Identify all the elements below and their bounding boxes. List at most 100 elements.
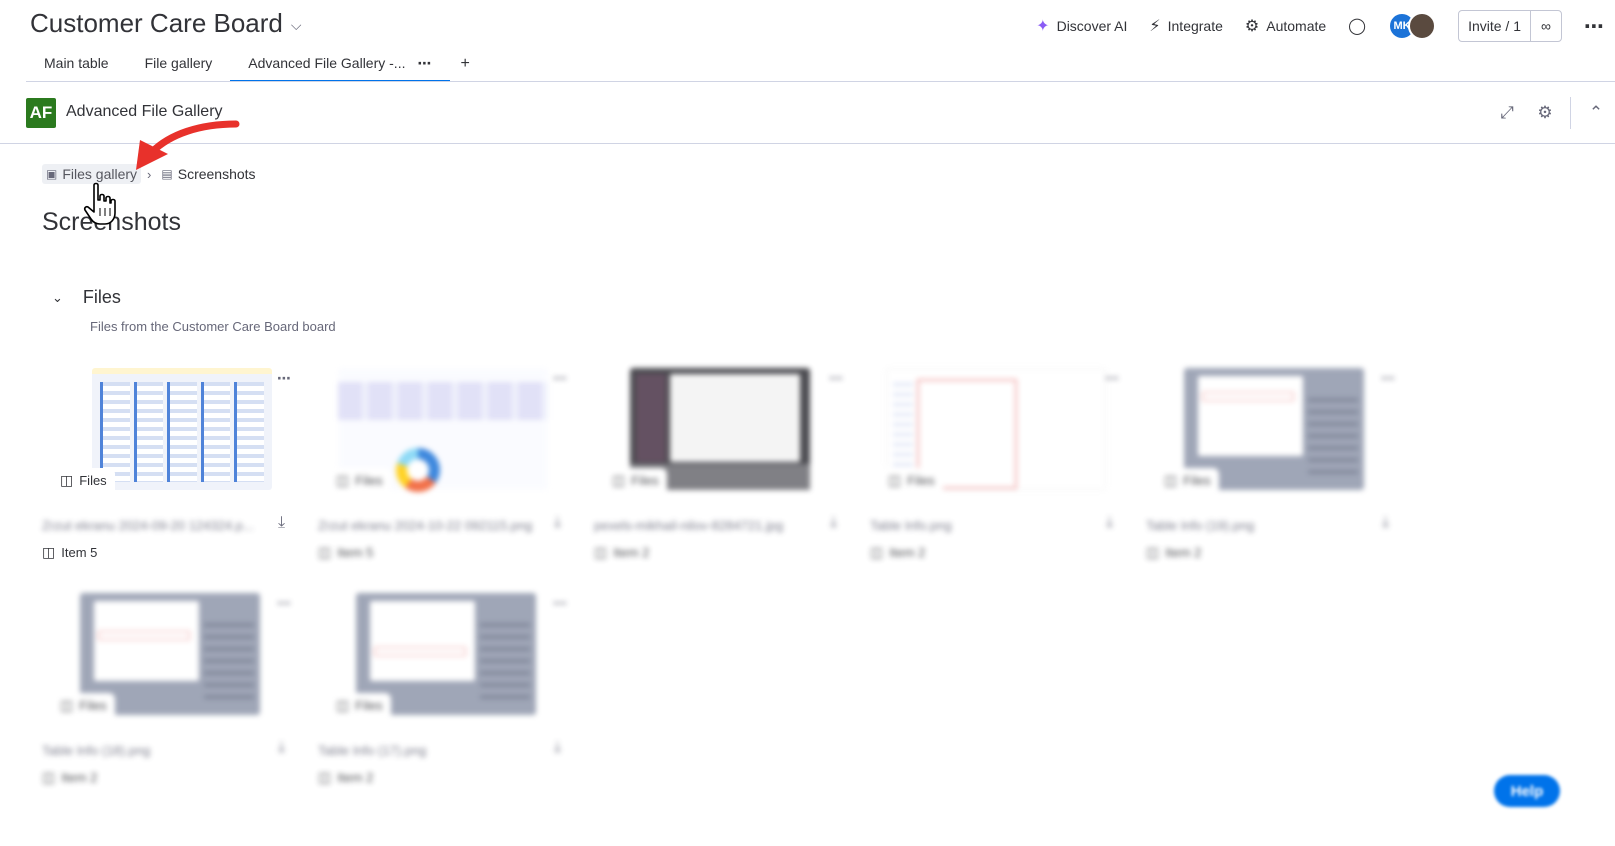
file-card[interactable]: ⋯ ◫ Files Table Info (19).png ⤓ ◫ Item 2 [1146,368,1406,568]
source-badge: ◫ Files [1160,468,1219,491]
source-badge: ◫ Files [884,468,943,491]
app-tools: ⤢ ⚙ ⌃ [1488,96,1615,130]
breadcrumb-files-gallery[interactable]: ▣ Files gallery [42,164,142,184]
board-icon: ◫ [336,472,350,488]
file-card[interactable]: ⋯ ◫ Files Table Info.png ⤓ ◫ Item 2 [870,368,1130,568]
item-link[interactable]: ◫ Item 2 [870,544,925,561]
item-link[interactable]: ◫ Item 2 [1146,544,1201,561]
updates-button[interactable]: ◯ [1348,16,1366,36]
download-icon[interactable]: ⤓ [1106,514,1113,532]
item-link[interactable]: ◫ Item 2 [594,544,649,561]
file-name[interactable]: Table Info (19).png [1146,518,1366,533]
plug-icon: ⚡ [1149,18,1161,35]
app-name: Advanced File Gallery [66,103,223,120]
file-name[interactable]: Zrzut ekranu 2024-09-20 124324.p... [42,518,262,533]
card-options-icon[interactable]: ⋯ [1381,370,1396,387]
file-name[interactable]: Table Info (17).png [318,743,538,758]
header-actions: ✦ Discover AI ⚡ Integrate ⚙ Automate ◯ M… [1036,10,1605,42]
file-thumbnail[interactable]: ⋯ ◫ Files [318,593,578,723]
source-badge-label: Files [907,473,935,488]
add-view-icon[interactable]: + [450,50,479,82]
group-title: Files [82,287,121,307]
file-name[interactable]: Table Info (18).png [42,743,262,758]
top-header: Customer Care Board ⌵ ✦ Discover AI ⚡ In… [0,0,1615,50]
file-card[interactable]: ⋯ ◫ Files Table Info (18).png ⤓ ◫ Item 2 [42,593,302,793]
item-icon: ◫ [318,769,332,785]
download-icon[interactable]: ⤓ [554,514,561,532]
download-icon[interactable]: ⤓ [1382,514,1389,532]
board-members[interactable]: MK [1388,12,1437,40]
file-thumbnail[interactable]: ⋯ ◫ Files [870,368,1130,498]
app-logo: AF [26,98,56,128]
image-icon: ▣ [46,167,58,181]
more-options-icon[interactable]: ⋯ [1584,14,1605,39]
board-icon: ◫ [336,697,350,713]
robot-icon: ⚙ [1244,18,1260,35]
file-thumbnail[interactable]: ⋯ ◫ Files [594,368,854,498]
file-thumbnail[interactable]: ⋯ ◫ Files [42,593,302,723]
tab-advanced-file-gallery[interactable]: Advanced File Gallery -... ⋯ [230,50,451,82]
help-button[interactable]: Help [1494,775,1560,807]
item-icon: ◫ [42,769,56,785]
tab-options-icon[interactable]: ⋯ [417,55,432,80]
file-thumbnail[interactable]: ⋯ ◫ Files [318,368,578,498]
chevron-down-icon[interactable]: ⌄ [52,290,63,306]
board-title[interactable]: Customer Care Board ⌵ [30,8,302,39]
source-badge: ◫ Files [332,468,391,491]
file-card[interactable]: ⋯ ◫ Files Zrzut ekranu 2024-10-22 092115… [318,368,578,568]
item-link[interactable]: ◫ Item 2 [42,769,97,786]
settings-gear-icon[interactable]: ⚙ [1526,103,1564,123]
tab-file-gallery[interactable]: File gallery [127,50,231,82]
item-link-label: Item 2 [889,545,926,560]
integrate-label: Integrate [1167,18,1223,34]
card-options-icon[interactable]: ⋯ [553,595,568,612]
group-header[interactable]: ⌄ Files [52,287,121,308]
automate-button[interactable]: ⚙ Automate [1245,16,1326,36]
integrate-button[interactable]: ⚡ Integrate [1149,16,1223,36]
item-link-label: Item 2 [1165,545,1202,560]
download-icon[interactable]: ⤓ [278,514,285,532]
board-tabs: Main table File gallery Advanced File Ga… [26,50,480,82]
file-thumbnail[interactable]: ⋯ ◫ Files [42,368,302,498]
fullscreen-icon[interactable]: ⤢ [1488,103,1526,123]
download-icon[interactable]: ⤓ [830,514,837,532]
item-link[interactable]: ◫ Item 2 [318,769,373,786]
invite-button[interactable]: Invite / 1 [1459,11,1531,41]
file-name[interactable]: pexels-mikhail-nilov-8284721.jpg [594,518,814,533]
avatar-photo[interactable] [1408,12,1437,40]
card-options-icon[interactable]: ⋯ [1105,370,1120,387]
file-thumbnail[interactable]: ⋯ ◫ Files [1146,368,1406,498]
board-icon: ◫ [888,472,902,488]
file-name[interactable]: Table Info.png [870,518,1090,533]
automate-label: Automate [1266,18,1327,34]
breadcrumb-screenshots-label: Screenshots [177,166,256,182]
collapse-chevron-up-icon[interactable]: ⌃ [1577,103,1615,123]
download-icon[interactable]: ⤓ [554,739,561,757]
file-card[interactable]: ⋯ ◫ Files Zrzut ekranu 2024-09-20 124324… [42,368,302,568]
item-icon: ◫ [870,544,884,560]
discover-ai-button[interactable]: ✦ Discover AI [1036,16,1127,36]
item-icon: ◫ [318,544,332,560]
card-options-icon[interactable]: ⋯ [553,370,568,387]
card-options-icon[interactable]: ⋯ [829,370,844,387]
file-card[interactable]: ⋯ ◫ Files Table Info (17).png ⤓ ◫ Item 2 [318,593,578,793]
copy-link-icon[interactable]: ∞ [1531,11,1561,41]
source-badge-label: Files [1183,473,1211,488]
source-badge-label: Files [79,698,107,713]
board-icon: ◫ [60,472,74,488]
file-name[interactable]: Zrzut ekranu 2024-10-22 092115.png [318,518,538,533]
chevron-down-icon[interactable]: ⌵ [291,17,302,34]
group-subtitle: Files from the Customer Care Board board [90,319,336,334]
card-options-icon[interactable]: ⋯ [277,370,292,387]
item-link[interactable]: ◫ Item 5 [318,544,373,561]
card-options-icon[interactable]: ⋯ [277,595,292,612]
breadcrumb-screenshots: ▤ Screenshots [157,164,259,184]
item-link[interactable]: ◫ Item 5 [42,544,97,561]
tab-main-table[interactable]: Main table [26,50,127,82]
app-bar: AF Advanced File Gallery ⤢ ⚙ ⌃ [0,82,1615,144]
file-card[interactable]: ⋯ ◫ Files pexels-mikhail-nilov-8284721.j… [594,368,854,568]
item-link-label: Item 2 [61,770,98,785]
board-icon: ◫ [612,472,626,488]
item-link-label: Item 2 [613,545,650,560]
download-icon[interactable]: ⤓ [278,739,285,757]
